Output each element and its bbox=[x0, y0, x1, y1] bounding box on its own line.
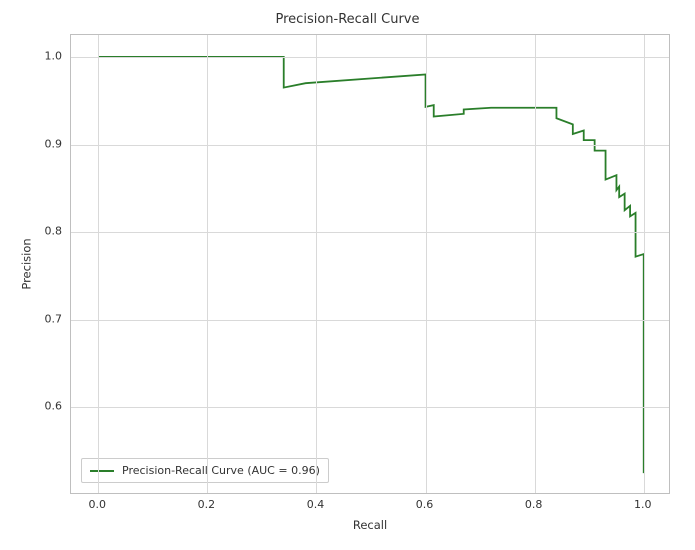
figure: Precision-Recall Curve Precision-Recall … bbox=[0, 0, 695, 550]
x-axis-label: Recall bbox=[70, 518, 670, 532]
grid-vertical bbox=[644, 35, 645, 493]
x-tick-label: 0.2 bbox=[198, 498, 216, 511]
grid-vertical bbox=[207, 35, 208, 493]
grid-horizontal bbox=[71, 320, 669, 321]
grid-horizontal bbox=[71, 232, 669, 233]
y-tick-label: 0.8 bbox=[45, 225, 63, 238]
grid-horizontal bbox=[71, 145, 669, 146]
grid-horizontal bbox=[71, 57, 669, 58]
grid-vertical bbox=[98, 35, 99, 493]
chart-title: Precision-Recall Curve bbox=[0, 12, 695, 27]
x-tick-label: 0.6 bbox=[416, 498, 434, 511]
y-axis-label: Precision bbox=[20, 34, 34, 494]
legend: Precision-Recall Curve (AUC = 0.96) bbox=[81, 458, 329, 483]
y-tick-label: 0.9 bbox=[45, 137, 63, 150]
plot-area: Precision-Recall Curve (AUC = 0.96) bbox=[70, 34, 670, 494]
y-tick-label: 0.6 bbox=[45, 400, 63, 413]
legend-label: Precision-Recall Curve (AUC = 0.96) bbox=[122, 464, 320, 477]
legend-swatch bbox=[90, 470, 114, 472]
x-tick-label: 0.8 bbox=[525, 498, 543, 511]
grid-vertical bbox=[426, 35, 427, 493]
y-tick-label: 0.7 bbox=[45, 312, 63, 325]
x-tick-label: 0.4 bbox=[307, 498, 325, 511]
pr-curve bbox=[71, 35, 669, 493]
grid-vertical bbox=[316, 35, 317, 493]
x-tick-label: 1.0 bbox=[634, 498, 652, 511]
y-tick-label: 1.0 bbox=[45, 49, 63, 62]
grid-vertical bbox=[535, 35, 536, 493]
grid-horizontal bbox=[71, 407, 669, 408]
x-tick-label: 0.0 bbox=[89, 498, 107, 511]
